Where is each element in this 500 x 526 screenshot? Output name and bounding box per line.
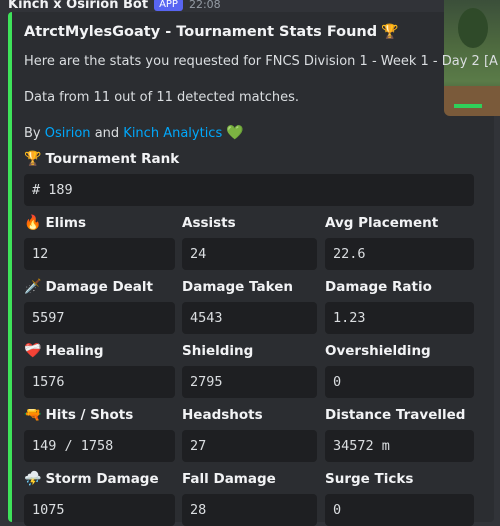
embed-title-text: AtrctMylesGoaty - Tournament Stats Found [24,24,378,40]
bot-name[interactable]: Kinch x Osirion Bot [8,0,148,12]
credit-and: and [94,126,120,141]
timestamp: 22:08 [188,0,221,11]
healing-value: 1576 [24,366,175,398]
elims-label: 🔥 Elims [24,215,86,231]
avg-placement-value: 22.6 [325,238,474,270]
embed-title: AtrctMylesGoaty - Tournament Stats Found… [24,24,399,40]
hits-shots-value: 149 / 1758 [24,430,175,462]
damage-dealt-value: 5597 [24,302,175,334]
elims-value: 12 [24,238,175,270]
assists-value: 24 [182,238,317,270]
distance-value: 34572 m [325,430,474,462]
data-line: Data from 11 out of 11 detected matches. [24,90,299,105]
healing-label-text: Healing [45,343,104,359]
avg-placement-label: Avg Placement [325,215,439,231]
fire-icon: 🔥 [24,215,42,231]
osirion-link[interactable]: Osirion [45,126,91,141]
assists-label: Assists [182,215,236,231]
hits-shots-label: 🔫 Hits / Shots [24,407,133,423]
description-line: Here are the stats you requested for FNC… [24,54,498,69]
storm-damage-value: 1075 [24,494,175,526]
rank-label: 🏆 Tournament Rank [24,151,179,167]
overshielding-value: 0 [325,366,474,398]
kinch-analytics-link[interactable]: Kinch Analytics [123,126,222,141]
headshots-label: Headshots [182,407,263,423]
credit-prefix: By [24,126,41,141]
shielding-label: Shielding [182,343,254,359]
hits-shots-label-text: Hits / Shots [45,407,134,423]
damage-ratio-value: 1.23 [325,302,474,334]
fall-damage-value: 28 [182,494,317,526]
trophy-icon: 🏆 [24,151,42,167]
damage-taken-label: Damage Taken [182,279,293,295]
surge-ticks-value: 0 [325,494,474,526]
damage-ratio-label: Damage Ratio [325,279,432,295]
healing-label: ❤️‍🩹 Healing [24,343,104,359]
storm-cloud-icon: ⛈️ [24,471,42,487]
trophy-icon: 🏆 [381,24,399,40]
green-heart-icon: 💚 [226,125,244,141]
damage-dealt-label: 🗡️ Damage Dealt [24,279,153,295]
storm-damage-label-text: Storm Damage [45,471,159,487]
mending-heart-icon: ❤️‍🩹 [24,343,42,359]
dagger-icon: 🗡️ [24,279,42,295]
elims-label-text: Elims [45,215,87,231]
rank-value: # 189 [24,174,474,206]
app-tag: APP [154,0,183,11]
overshielding-label: Overshielding [325,343,431,359]
surge-ticks-label: Surge Ticks [325,471,414,487]
shielding-value: 2795 [182,366,317,398]
distance-label: Distance Travelled [325,407,466,423]
headshots-value: 27 [182,430,317,462]
fall-damage-label: Fall Damage [182,471,276,487]
credit-line: By Osirion and Kinch Analytics 💚 [24,126,244,141]
water-pistol-icon: 🔫 [24,407,42,423]
rank-label-text: Tournament Rank [45,151,180,167]
damage-dealt-label-text: Damage Dealt [45,279,154,295]
storm-damage-label: ⛈️ Storm Damage [24,471,159,487]
damage-taken-value: 4543 [182,302,317,334]
